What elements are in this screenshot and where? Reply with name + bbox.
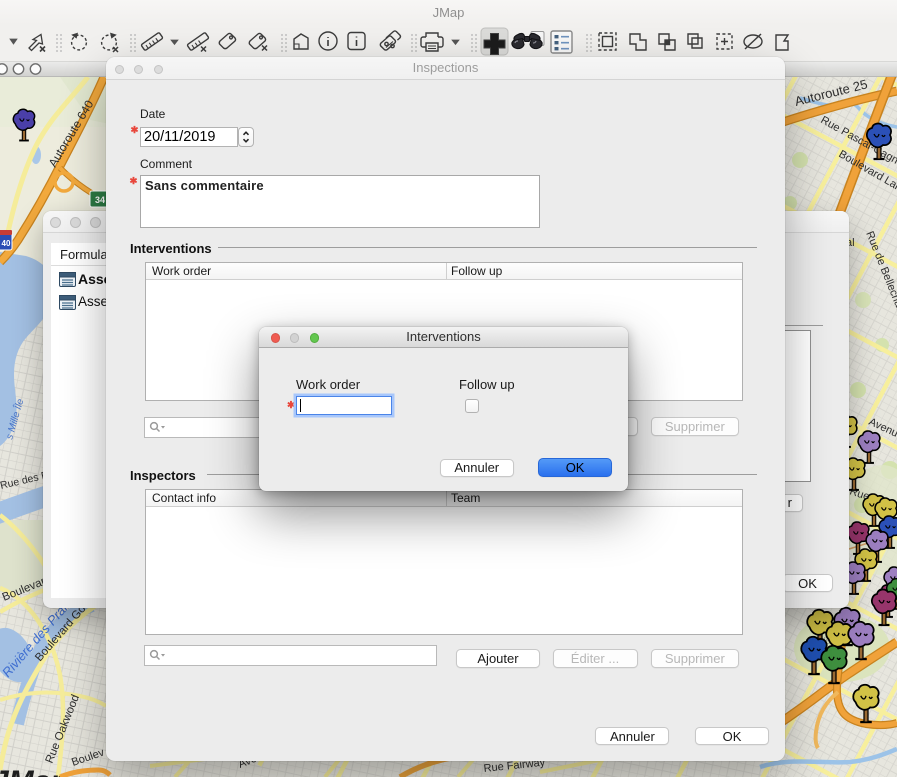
svg-text:JMap: JMap — [0, 765, 69, 777]
svg-text:34: 34 — [95, 195, 105, 205]
svg-text:40: 40 — [2, 239, 11, 248]
